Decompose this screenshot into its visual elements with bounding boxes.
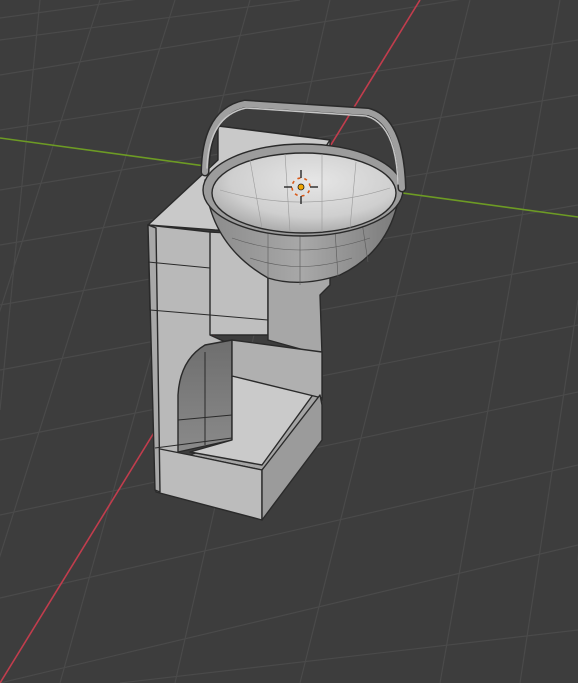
sink-mesh-object[interactable] [147, 99, 407, 521]
bowl-basin [211, 152, 397, 234]
viewport-canvas[interactable] [0, 0, 578, 683]
3d-viewport[interactable] [0, 0, 578, 683]
